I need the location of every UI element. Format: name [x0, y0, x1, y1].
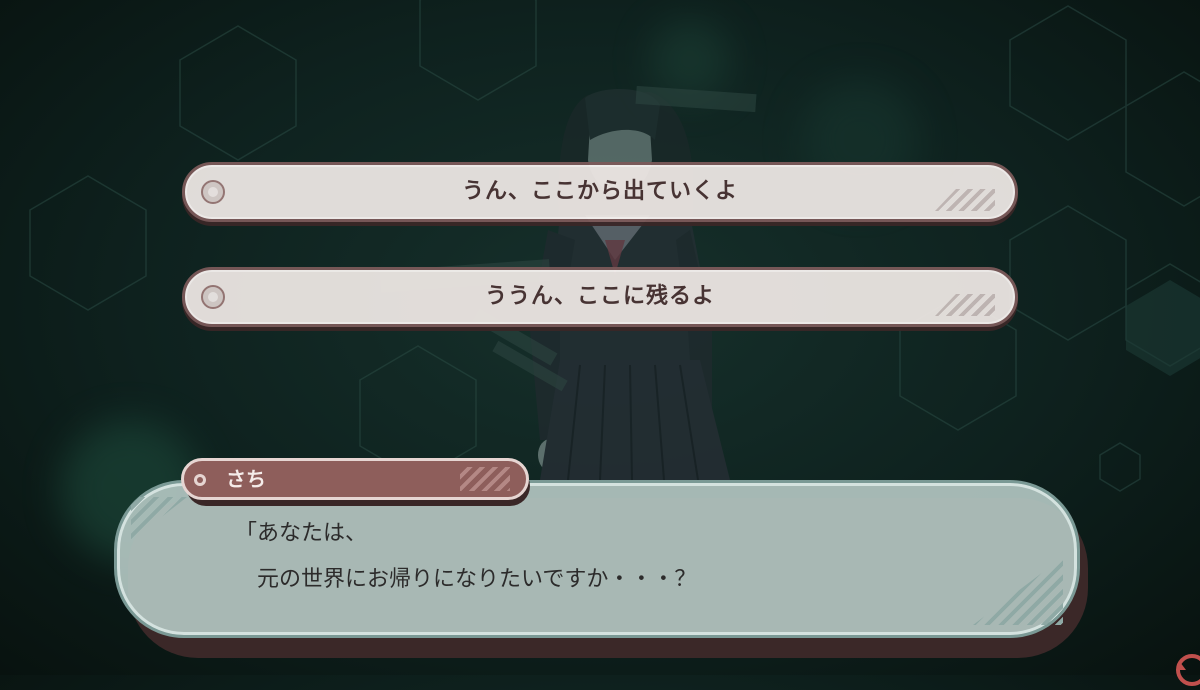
choice-button-leave[interactable]: うん、ここから出ていくよ: [182, 162, 1018, 222]
stripe-decoration: [131, 497, 187, 541]
back-arrow-icon[interactable]: [1172, 650, 1200, 690]
speaker-nameplate: さち: [181, 458, 529, 500]
choice-label: うん、ここから出ていくよ: [461, 179, 738, 204]
circle-dot-icon: [194, 474, 206, 486]
stripe-decoration: [973, 557, 1063, 625]
dialog-text: 「あなたは、 元の世界にお帰りになりたいですか・・・？: [235, 521, 697, 592]
stripe-decoration: [460, 467, 510, 491]
choice-button-stay[interactable]: ううん、ここに残るよ: [182, 267, 1018, 327]
choice-label: ううん、ここに残るよ: [484, 284, 715, 309]
speaker-name: さち: [226, 467, 266, 491]
